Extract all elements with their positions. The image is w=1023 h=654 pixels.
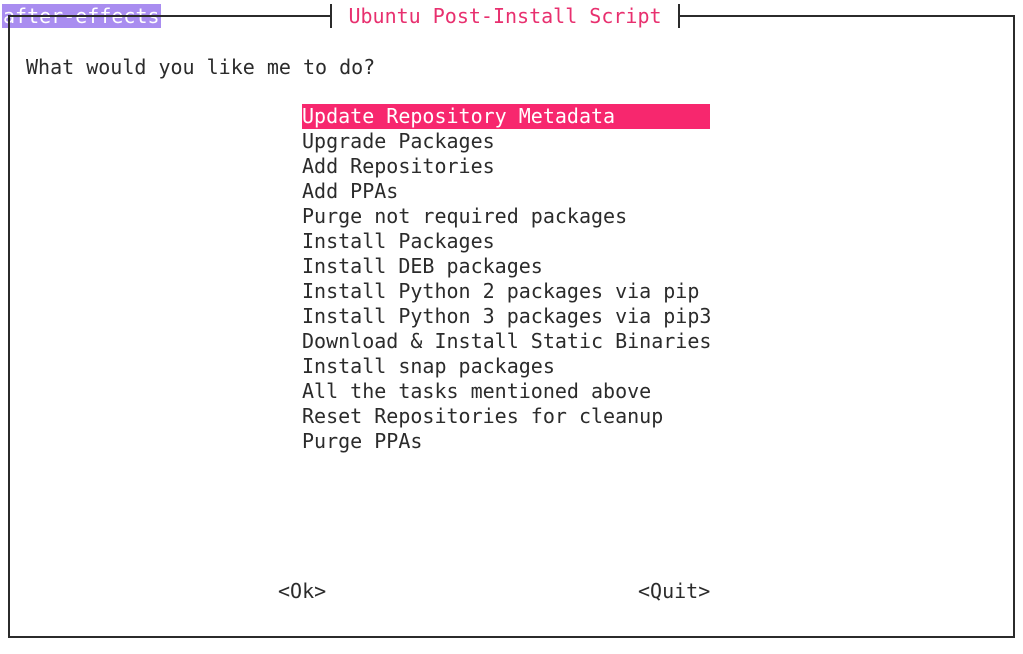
menu-item[interactable]: Update Repository Metadata (302, 104, 710, 129)
dialog-prompt: What would you like me to do? (26, 55, 376, 79)
menu-item[interactable]: Purge PPAs (302, 429, 710, 454)
menu-item[interactable]: Purge not required packages (302, 204, 710, 229)
menu-item[interactable]: Install Python 2 packages via pip (302, 279, 710, 304)
menu-item[interactable]: Upgrade Packages (302, 129, 710, 154)
menu-item[interactable]: Add Repositories (302, 154, 710, 179)
quit-button[interactable]: <Quit> (638, 579, 710, 603)
ok-button[interactable]: <Ok> (278, 579, 326, 603)
title-border-right (678, 4, 680, 28)
menu-item[interactable]: All the tasks mentioned above (302, 379, 710, 404)
menu-item[interactable]: Reset Repositories for cleanup (302, 404, 710, 429)
menu-item[interactable]: Add PPAs (302, 179, 710, 204)
menu-list: Update Repository Metadata Upgrade Packa… (302, 104, 711, 454)
menu-item[interactable]: Install snap packages (302, 354, 710, 379)
title-border-left (330, 4, 332, 28)
dialog-title: Ubuntu Post-Install Script (332, 4, 678, 28)
menu-item[interactable]: Install DEB packages (302, 254, 710, 279)
menu-item[interactable]: Install Python 3 packages via pip3 (302, 304, 711, 329)
menu-item[interactable]: Download & Install Static Binaries (302, 329, 711, 354)
menu-item[interactable]: Install Packages (302, 229, 710, 254)
